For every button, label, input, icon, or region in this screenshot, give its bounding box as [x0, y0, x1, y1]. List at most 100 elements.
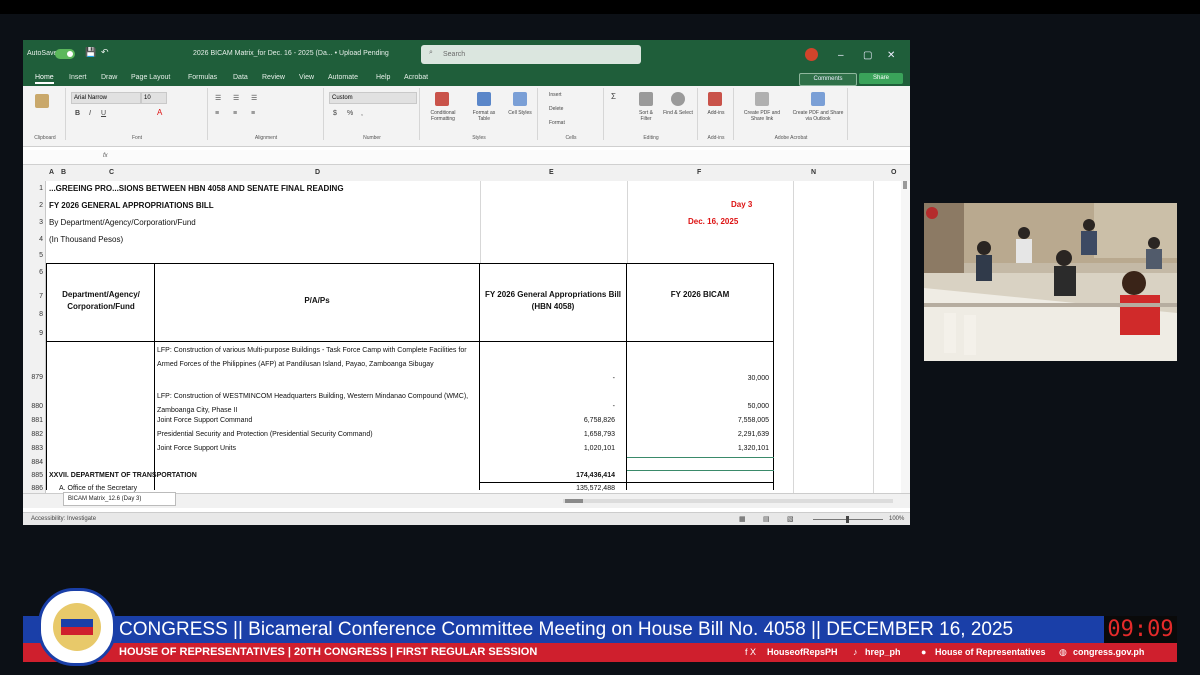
row-number[interactable]: 886 — [23, 485, 43, 492]
department-gab-total[interactable]: 174,436,414 — [481, 472, 615, 479]
sheet-title-line3[interactable]: By Department/Agency/Corporation/Fund — [49, 218, 196, 227]
page-break-icon[interactable]: ▧ — [787, 515, 794, 523]
date-label[interactable]: Dec. 16, 2025 — [688, 217, 738, 226]
table-row-bicam[interactable]: 50,000 — [629, 403, 769, 410]
horizontal-scrollbar[interactable] — [563, 499, 893, 503]
paste-icon[interactable] — [35, 94, 49, 108]
find-select-icon[interactable] — [671, 92, 685, 106]
vertical-scrollbar[interactable] — [901, 181, 910, 493]
table-row-text[interactable]: Joint Force Support Command — [157, 417, 252, 424]
percent-icon[interactable]: % — [347, 110, 353, 117]
menu-page-layout[interactable]: Page Layout — [131, 74, 170, 81]
create-pdf-icon[interactable] — [755, 92, 769, 106]
save-icon[interactable]: 💾 — [85, 47, 96, 58]
table-row-text[interactable]: Joint Force Support Units — [157, 445, 236, 452]
header-papa[interactable]: P/A/Ps — [157, 295, 477, 307]
menu-acrobat[interactable]: Acrobat — [404, 74, 428, 81]
zoom-slider-thumb[interactable] — [846, 516, 849, 523]
row-number[interactable]: 885 — [23, 472, 43, 479]
menu-draw[interactable]: Draw — [101, 74, 117, 81]
row-number[interactable]: 883 — [23, 445, 43, 452]
row-number[interactable]: 882 — [23, 431, 43, 438]
row-number[interactable]: 3 — [23, 219, 43, 226]
format-as-table-icon[interactable] — [477, 92, 491, 106]
insert-button[interactable]: Insert — [549, 92, 562, 98]
comma-icon[interactable]: , — [361, 110, 363, 117]
sort-filter-icon[interactable] — [639, 92, 653, 106]
col-d[interactable]: D — [315, 169, 320, 176]
menu-review[interactable]: Review — [262, 74, 285, 81]
header-gab[interactable]: FY 2026 General Appropriations Bill (HBN… — [481, 289, 625, 313]
table-row-gab[interactable]: - — [481, 403, 615, 410]
font-name-select[interactable]: Arial Narrow — [71, 92, 141, 104]
zoom-slider[interactable] — [813, 516, 883, 523]
align-left-icon[interactable]: ≡ — [215, 110, 219, 117]
row-number[interactable]: 6 — [23, 269, 43, 276]
menu-formulas[interactable]: Formulas — [188, 74, 217, 81]
create-pdf-share-link-button[interactable]: Create PDF and Share link — [737, 110, 787, 122]
underline-icon[interactable]: U — [101, 110, 106, 117]
find-select-button[interactable]: Find & Select — [663, 110, 693, 116]
sheet-tab-tooltip[interactable]: BICAM Matrix_12.6 (Day 3) — [63, 492, 176, 506]
menu-data[interactable]: Data — [233, 74, 248, 81]
sheet-title-line2[interactable]: FY 2026 GENERAL APPROPRIATIONS BILL — [49, 201, 214, 210]
font-color-icon[interactable]: A — [157, 108, 162, 117]
menu-insert[interactable]: Insert — [69, 74, 87, 81]
autosum-icon[interactable]: Σ — [611, 92, 616, 101]
table-row-gab[interactable]: 135,572,488 — [481, 485, 615, 492]
addins-icon[interactable] — [708, 92, 722, 106]
currency-icon[interactable]: $ — [333, 110, 337, 117]
department-heading[interactable]: XXVII. DEPARTMENT OF TRANSPORTATION — [49, 472, 197, 479]
row-number[interactable]: 881 — [23, 417, 43, 424]
align-right-icon[interactable]: ≡ — [251, 110, 255, 117]
row-number[interactable]: 9 — [23, 330, 43, 337]
conditional-formatting-icon[interactable] — [435, 92, 449, 106]
col-c[interactable]: C — [109, 169, 114, 176]
page-layout-icon[interactable]: ▤ — [763, 515, 770, 523]
table-row-text[interactable]: LFP: Construction of various Multi-purpo… — [157, 344, 475, 372]
pdf-outlook-icon[interactable] — [811, 92, 825, 106]
align-bottom-icon[interactable]: ☰ — [251, 94, 257, 102]
conditional-formatting-button[interactable]: Conditional Formatting — [423, 110, 463, 122]
accessibility-status[interactable]: Accessibility: Investigate — [31, 516, 96, 522]
align-middle-icon[interactable]: ☰ — [233, 94, 239, 102]
table-row-bicam[interactable]: 7,558,005 — [629, 417, 769, 424]
header-bicam[interactable]: FY 2026 BICAM — [629, 289, 771, 301]
cell-styles-icon[interactable] — [513, 92, 527, 106]
row-number[interactable]: 4 — [23, 236, 43, 243]
table-row-gab[interactable]: 6,758,826 — [481, 417, 615, 424]
col-n[interactable]: N — [811, 169, 816, 176]
italic-icon[interactable]: I — [89, 110, 91, 117]
zoom-level[interactable]: 100% — [889, 516, 904, 522]
share-button[interactable]: Share — [859, 73, 903, 84]
col-o[interactable]: O — [891, 169, 896, 176]
row-number[interactable]: 879 — [23, 374, 43, 381]
sort-filter-button[interactable]: Sort & Filter — [633, 110, 659, 122]
menu-help[interactable]: Help — [376, 74, 390, 81]
addins-button[interactable]: Add-ins — [701, 110, 731, 116]
col-f[interactable]: F — [697, 169, 701, 176]
menu-automate[interactable]: Automate — [328, 74, 358, 81]
align-top-icon[interactable]: ☰ — [215, 94, 221, 102]
table-row-gab[interactable]: 1,020,101 — [481, 445, 615, 452]
table-row-gab[interactable]: 1,658,793 — [481, 431, 615, 438]
row-number[interactable]: 7 — [23, 293, 43, 300]
formula-input[interactable] — [123, 153, 893, 161]
search-input[interactable]: ⌕ Search — [421, 45, 641, 64]
menu-view[interactable]: View — [299, 74, 314, 81]
row-number[interactable]: 2 — [23, 202, 43, 209]
delete-button[interactable]: Delete — [549, 106, 563, 112]
format-button[interactable]: Format — [549, 120, 565, 126]
table-row-text[interactable]: LFP: Construction of WESTMINCOM Headquar… — [157, 390, 475, 418]
menu-home[interactable]: Home — [35, 74, 54, 84]
col-a[interactable]: A — [49, 169, 54, 176]
table-row-gab[interactable]: - — [481, 375, 615, 382]
day-label[interactable]: Day 3 — [731, 200, 752, 209]
autosave-toggle[interactable] — [55, 49, 75, 59]
number-format-select[interactable]: Custom — [329, 92, 417, 104]
close-icon[interactable]: ✕ — [887, 50, 895, 61]
table-row-bicam[interactable]: 30,000 — [629, 375, 769, 382]
normal-view-icon[interactable]: ▦ — [739, 515, 746, 523]
create-pdf-outlook-button[interactable]: Create PDF and Share via Outlook — [791, 110, 845, 122]
format-as-table-button[interactable]: Format as Table — [467, 110, 501, 122]
